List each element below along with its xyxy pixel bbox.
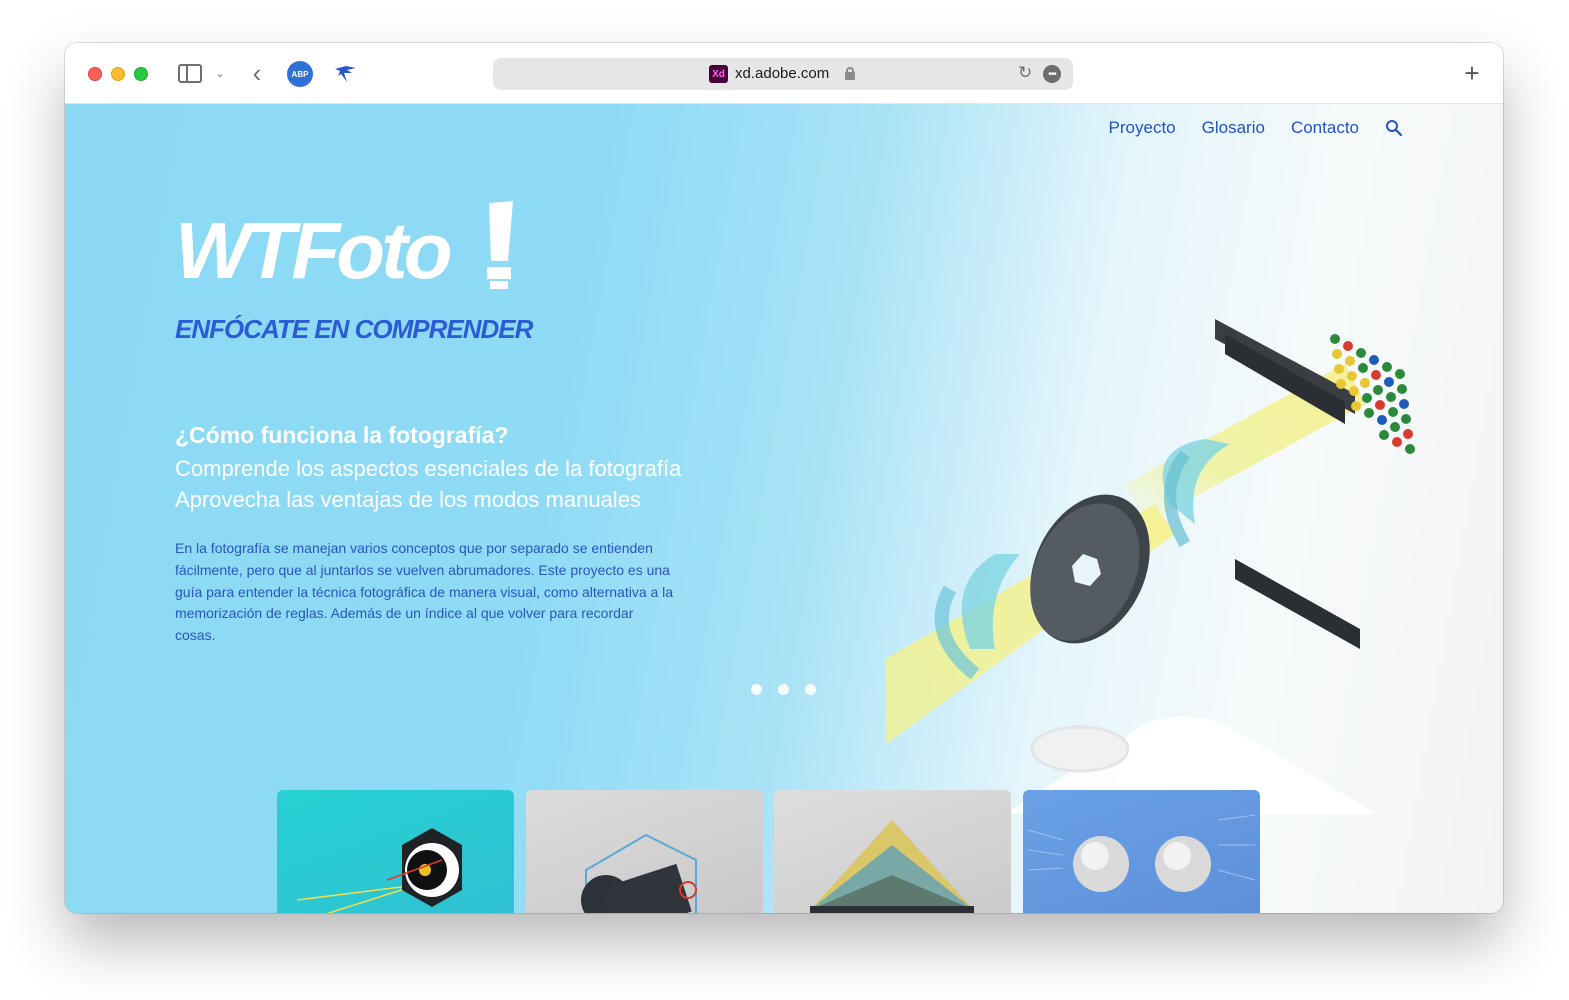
camera-card[interactable]: [526, 790, 763, 913]
site-logo: WTFoto: [175, 199, 520, 304]
lock-icon: [845, 67, 855, 80]
search-icon[interactable]: [1385, 119, 1403, 137]
carousel-dot-3[interactable]: [805, 684, 816, 695]
hero-subtitle-1: Comprende los aspectos esenciales de la …: [175, 456, 682, 481]
hero-subtitle-2: Aprovecha las ventajas de los modos manu…: [175, 487, 641, 512]
site-nav: Proyecto Glosario Contacto: [1109, 118, 1403, 138]
nav-contacto[interactable]: Contacto: [1291, 118, 1359, 138]
more-options-icon[interactable]: •••: [1043, 65, 1061, 83]
exclamation-icon: [487, 201, 513, 289]
lens-card[interactable]: [277, 790, 514, 913]
favicon-label: Xd: [712, 68, 725, 80]
logo-text: WTFoto: [175, 206, 453, 295]
carousel-dots: [751, 684, 816, 695]
bird-extension-icon[interactable]: [332, 61, 358, 87]
camera-optics-illustration: [885, 319, 1445, 814]
site-favicon: Xd: [709, 65, 728, 83]
url-text: xd.adobe.com: [735, 65, 830, 82]
carousel-dot-2[interactable]: [778, 684, 789, 695]
back-button[interactable]: ‹: [248, 58, 266, 88]
webpage: Proyecto Glosario Contacto WTFoto ENFÓCA…: [65, 104, 1503, 913]
spheres-card[interactable]: [1023, 790, 1260, 913]
minimize-window-button[interactable]: [111, 67, 125, 81]
spheres-illustration: [1027, 814, 1256, 892]
carousel-dot-1[interactable]: [751, 684, 762, 695]
nav-glosario[interactable]: Glosario: [1202, 118, 1265, 138]
camera-illustration: [581, 833, 697, 913]
lens-illustration: [296, 828, 462, 913]
hero-headline: ¿Cómo funciona la fotografía?: [175, 422, 509, 448]
address-bar[interactable]: Xd xd.adobe.com ↻ •••: [493, 58, 1073, 90]
browser-window: ⌄ ‹ ABP Xd xd.adobe.com ↻ ••• + Proyecto…: [65, 43, 1503, 913]
adblock-label: ABP: [291, 69, 309, 79]
sensor-card[interactable]: [774, 790, 1011, 913]
hero-description: En la fotografía se manejan varios conce…: [175, 540, 674, 644]
browser-toolbar: ⌄ ‹ ABP Xd xd.adobe.com ↻ ••• +: [65, 43, 1503, 104]
reload-icon[interactable]: ↻: [1018, 63, 1032, 83]
sidebar-toggle-icon[interactable]: [178, 64, 202, 83]
adblock-extension-icon[interactable]: ABP: [287, 61, 313, 87]
fullscreen-window-button[interactable]: [134, 67, 148, 81]
close-window-button[interactable]: [88, 67, 102, 81]
nav-proyecto[interactable]: Proyecto: [1109, 118, 1176, 138]
chevron-down-icon[interactable]: ⌄: [213, 65, 227, 81]
tagline: ENFÓCATE EN COMPRENDER: [175, 314, 533, 344]
new-tab-button[interactable]: +: [1460, 58, 1484, 88]
sensor-pyramid-illustration: [810, 820, 974, 913]
